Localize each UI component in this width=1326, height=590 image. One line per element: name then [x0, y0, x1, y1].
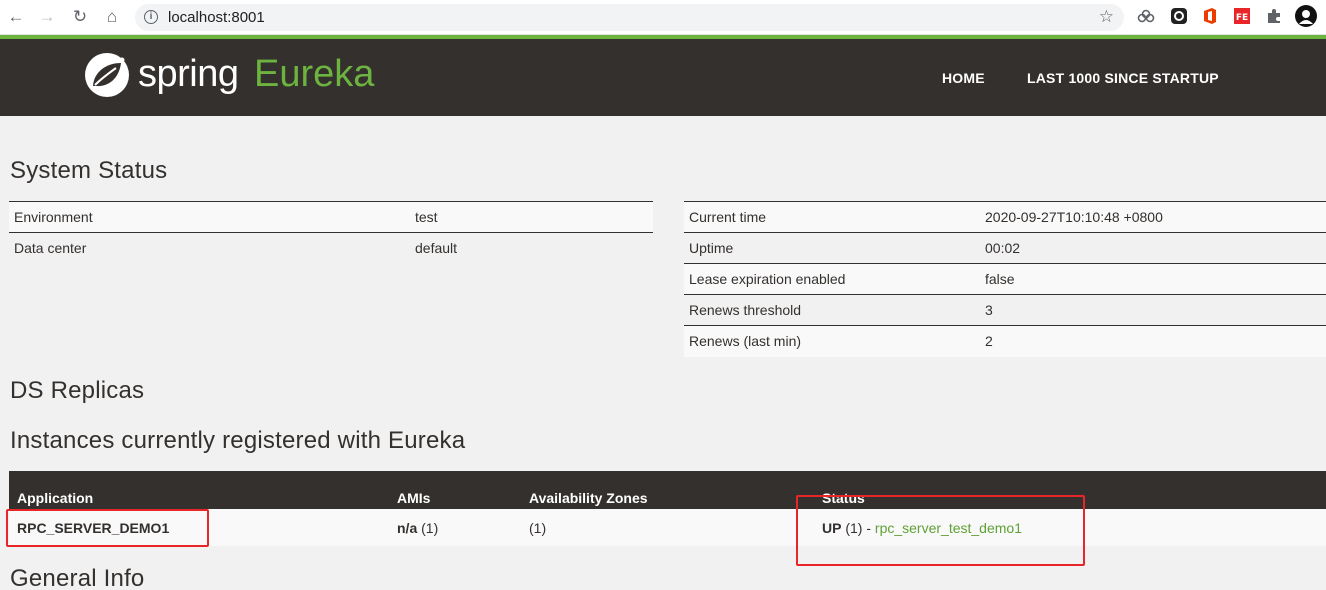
- status-value: false: [980, 263, 1326, 295]
- cloud-extension-icon[interactable]: [1137, 7, 1155, 25]
- fe-extension-icon[interactable]: FE: [1233, 7, 1251, 25]
- puzzle-icon[interactable]: [1265, 7, 1283, 25]
- at-extension-icon[interactable]: [1170, 7, 1188, 25]
- status-row-lease-expiration: Lease expiration enabled false: [684, 263, 1326, 295]
- zones-cell: (1): [521, 509, 814, 546]
- spring-leaf-icon[interactable]: [84, 52, 130, 98]
- column-header-availability-zones[interactable]: Availability Zones: [521, 471, 814, 509]
- status-row-renews-threshold: Renews threshold 3: [684, 294, 1326, 326]
- status-row-renews-last-min: Renews (last min) 2: [684, 325, 1326, 357]
- status-value: test: [410, 201, 653, 233]
- nav-last-1000-link[interactable]: LAST 1000 SINCE STARTUP: [1027, 70, 1219, 86]
- svg-text:FE: FE: [1236, 13, 1248, 23]
- system-status-heading: System Status: [10, 157, 168, 184]
- status-row-data-center: Data center default: [9, 232, 653, 264]
- status-key: Current time: [684, 201, 980, 233]
- highlight-box-status: [796, 495, 1085, 566]
- home-icon[interactable]: ⌂: [101, 6, 123, 28]
- status-row-current-time: Current time 2020-09-27T10:10:48 +0800: [684, 201, 1326, 233]
- amis-count: (1): [421, 519, 439, 536]
- status-value: 2020-09-27T10:10:48 +0800: [980, 201, 1326, 233]
- status-key: Renews threshold: [684, 294, 980, 326]
- status-key: Uptime: [684, 232, 980, 264]
- column-header-amis[interactable]: AMIs: [389, 471, 521, 509]
- instances-heading: Instances currently registered with Eure…: [10, 427, 466, 454]
- info-icon[interactable]: i: [144, 10, 158, 24]
- amis-label: n/a: [397, 519, 418, 536]
- status-key: Environment: [9, 201, 410, 233]
- status-value: default: [410, 232, 653, 264]
- status-row-uptime: Uptime 00:02: [684, 232, 1326, 264]
- system-status-left-table: Environment test Data center default: [9, 201, 653, 264]
- status-value: 3: [980, 294, 1326, 326]
- status-value: 2: [980, 325, 1326, 357]
- status-value: 00:02: [980, 232, 1326, 264]
- office-extension-icon[interactable]: [1201, 7, 1219, 25]
- nav-home-link[interactable]: HOME: [942, 70, 985, 86]
- ds-replicas-heading: DS Replicas: [10, 377, 145, 404]
- system-status-right-table: Current time 2020-09-27T10:10:48 +0800 U…: [684, 201, 1326, 357]
- amis-cell: n/a (1): [389, 509, 521, 546]
- status-key: Lease expiration enabled: [684, 263, 980, 295]
- back-icon[interactable]: ←: [5, 6, 27, 28]
- instances-header-row: Application AMIs Availability Zones Stat…: [9, 471, 1326, 509]
- eureka-navbar: spring Eureka HOME LAST 1000 SINCE START…: [0, 39, 1326, 116]
- highlight-box-application: [6, 509, 209, 547]
- status-row-environment: Environment test: [9, 201, 653, 233]
- forward-icon[interactable]: →: [36, 6, 58, 28]
- general-info-heading: General Info: [10, 565, 145, 590]
- reload-icon[interactable]: ↻: [69, 6, 91, 28]
- url-text[interactable]: localhost:8001: [168, 9, 265, 26]
- logo-eureka-text[interactable]: Eureka: [254, 53, 374, 96]
- status-key: Renews (last min): [684, 325, 980, 357]
- avatar[interactable]: [1295, 5, 1317, 27]
- star-icon[interactable]: ☆: [1099, 7, 1114, 27]
- column-header-application[interactable]: Application: [9, 471, 389, 509]
- browser-toolbar: ← → ↻ ⌂ i localhost:8001 ☆ FE: [0, 0, 1326, 35]
- status-key: Data center: [9, 232, 410, 264]
- address-bar[interactable]: i localhost:8001 ☆: [135, 4, 1124, 31]
- logo-spring-text[interactable]: spring: [138, 53, 239, 96]
